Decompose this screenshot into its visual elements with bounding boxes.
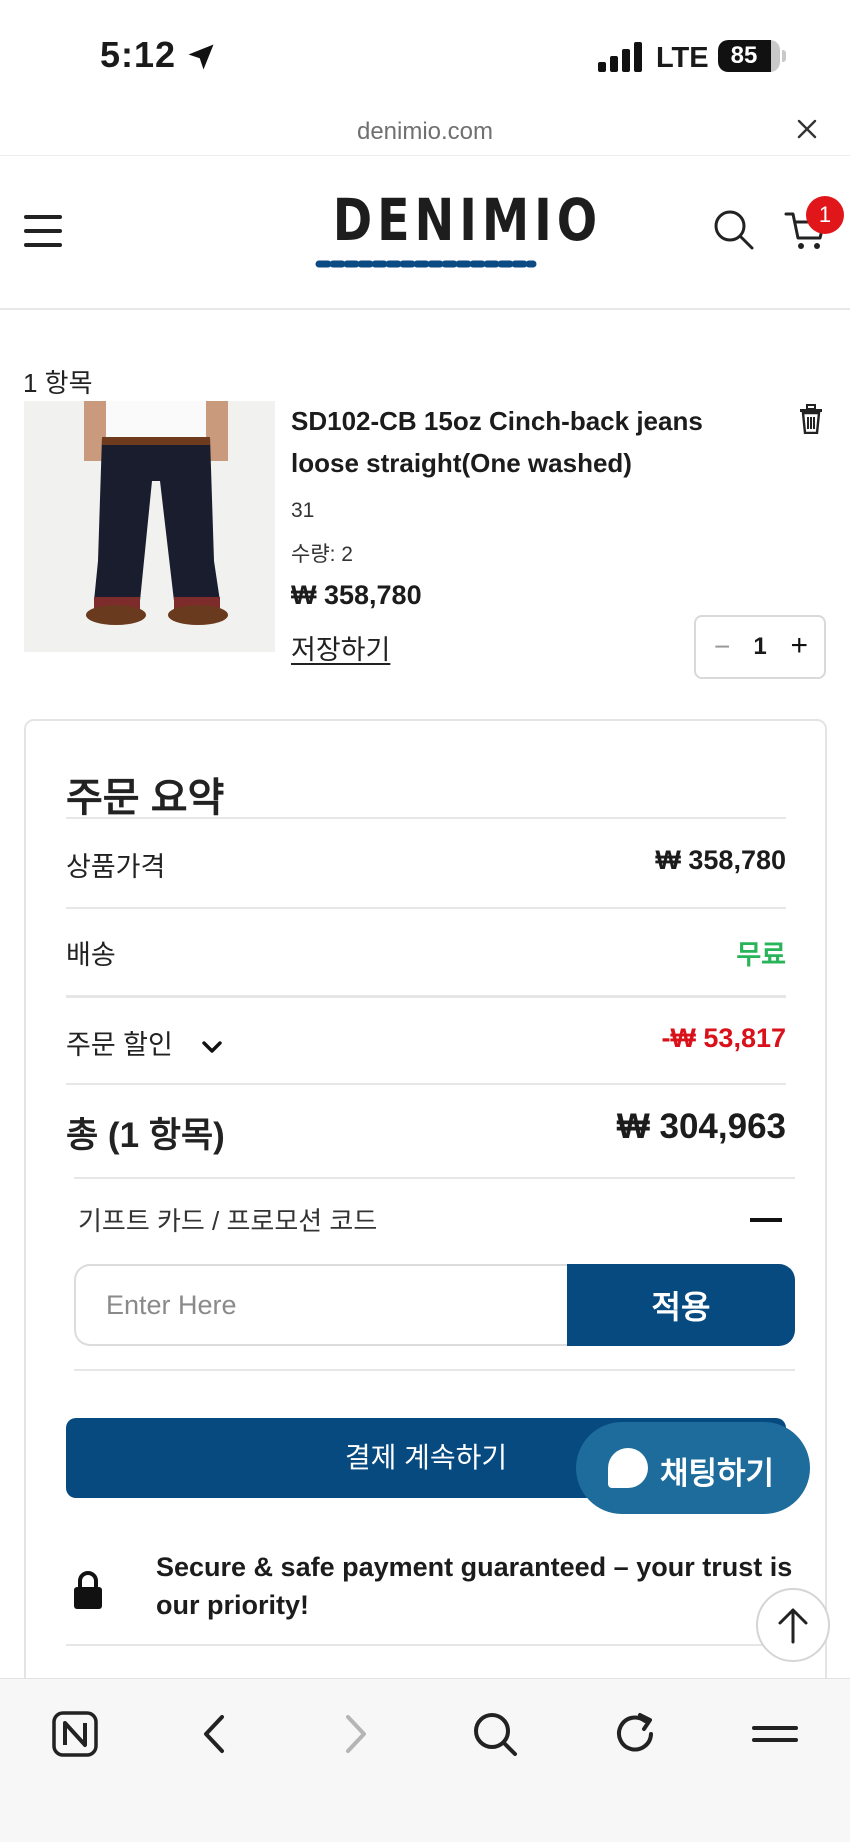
location-arrow-icon — [188, 44, 214, 70]
discount-toggle[interactable]: 주문 할인 — [66, 1023, 223, 1062]
product-quantity-label: 수량: 2 — [291, 543, 353, 566]
browser-url-bar[interactable]: denimio.com — [0, 104, 850, 156]
apply-promo-button[interactable]: 적용 — [567, 1264, 795, 1346]
chat-bubble-icon — [608, 1448, 648, 1488]
hamburger-menu-icon[interactable] — [22, 211, 66, 251]
logo-stitch-line — [315, 260, 537, 268]
trash-icon[interactable] — [798, 404, 824, 434]
lock-icon — [74, 1571, 102, 1609]
shipping-label: 배송 — [66, 940, 116, 970]
promo-code-input[interactable] — [74, 1264, 569, 1346]
menu-icon[interactable] — [750, 1709, 800, 1759]
battery-nub — [782, 50, 786, 62]
cart-count-badge[interactable]: 1 — [806, 196, 844, 234]
product-price: ₩ 358,780 — [291, 580, 422, 610]
cart-item-count: 1 항목 — [23, 368, 93, 398]
secure-payment-text: Secure & safe payment guaranteed – your … — [156, 1548, 796, 1624]
product-image[interactable] — [24, 401, 275, 652]
chevron-down-icon[interactable] — [202, 1040, 223, 1054]
increase-quantity-button[interactable]: + — [790, 629, 808, 663]
discount-label: 주문 할인 — [66, 1030, 173, 1060]
status-time: 5:12 — [100, 34, 177, 75]
back-icon[interactable] — [190, 1709, 240, 1759]
discount-value: -₩ 53,817 — [661, 1023, 786, 1053]
close-icon[interactable] — [794, 116, 820, 142]
logo-text: DENIMIO — [332, 186, 603, 254]
divider — [66, 907, 786, 909]
total-label: 총 (1 항목) — [66, 1116, 225, 1155]
notion-app-icon[interactable] — [50, 1709, 100, 1759]
search-icon[interactable] — [712, 208, 756, 252]
divider — [74, 1369, 795, 1371]
battery-level: 85 — [730, 42, 758, 69]
browser-toolbar — [0, 1678, 850, 1842]
network-type: LTE — [656, 42, 709, 74]
shipping-value: 무료 — [736, 940, 786, 970]
divider — [66, 1083, 786, 1085]
product-title[interactable]: SD102-CB 15oz Cinch-back jeans loose str… — [291, 400, 771, 484]
total-value: ₩ 304,963 — [616, 1107, 786, 1146]
chat-label: 채팅하기 — [660, 1456, 775, 1491]
quantity-stepper: − 1 + — [694, 615, 826, 679]
site-logo[interactable]: DENIMIO — [312, 186, 603, 286]
scroll-to-top-button[interactable] — [756, 1588, 830, 1662]
divider — [66, 995, 786, 998]
divider — [66, 1644, 786, 1646]
promo-code-label[interactable]: 기프트 카드 / 프로모션 코드 — [78, 1201, 377, 1238]
url-text[interactable]: denimio.com — [0, 118, 850, 146]
jeans-model-illustration — [24, 401, 275, 652]
save-for-later-link[interactable]: 저장하기 — [291, 628, 390, 667]
battery-icon: 85 — [718, 40, 780, 72]
divider — [66, 817, 786, 819]
order-summary: 주문 요약 상품가격 ₩ 358,780 배송 무료 주문 할인 -₩ 53,8… — [24, 719, 827, 1842]
site-header: DENIMIO 1 — [0, 156, 850, 310]
secure-bold: Secure & safe — [156, 1552, 335, 1582]
subtotal-value: ₩ 358,780 — [655, 845, 786, 875]
divider — [74, 1177, 795, 1179]
reload-icon[interactable] — [610, 1709, 660, 1759]
status-bar: 5:12 LTE 85 — [0, 0, 850, 100]
cellular-signal-icon — [598, 42, 642, 72]
collapse-icon[interactable] — [750, 1218, 782, 1222]
summary-title: 주문 요약 — [66, 776, 225, 820]
subtotal-label: 상품가격 — [66, 852, 166, 882]
arrow-up-icon — [778, 1608, 808, 1644]
chat-button[interactable]: 채팅하기 — [576, 1422, 810, 1514]
search-icon[interactable] — [470, 1709, 520, 1759]
product-variant: 31 — [291, 499, 315, 522]
forward-icon[interactable] — [330, 1709, 380, 1759]
